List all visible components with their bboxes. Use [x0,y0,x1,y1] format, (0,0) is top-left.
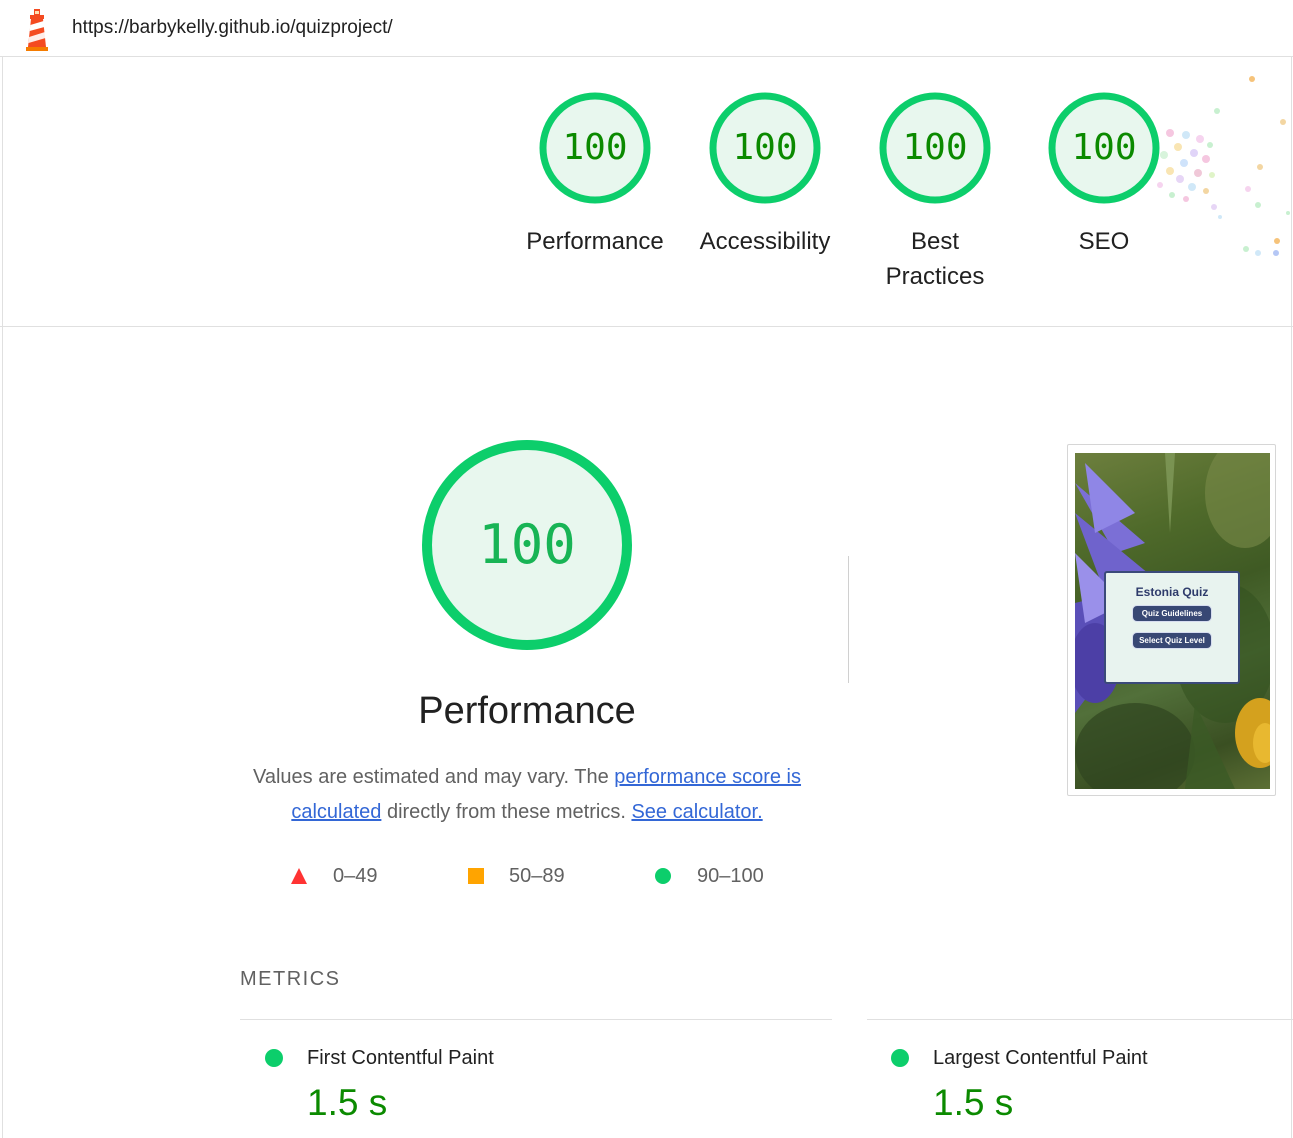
gauge-score: 100 [1071,127,1137,168]
gauge-label: Accessibility [699,228,831,255]
gauge-score: 100 [732,127,798,168]
pass-circle-icon [891,1049,909,1067]
see-calculator-link[interactable]: See calculator. [631,801,762,823]
legend-label-pass: 90–100 [697,865,764,887]
quiz-guidelines-button: Quiz Guidelines [1132,605,1212,622]
final-screenshot[interactable]: Estonia Quiz Quiz Guidelines Select Quiz… [1067,444,1276,796]
legend-label-fail: 0–49 [333,865,378,887]
pass-circle-icon [265,1049,283,1067]
gauge-score: 100 [902,127,968,168]
vertical-divider [848,556,849,683]
metrics-divider-left [240,1019,832,1020]
metrics-divider-right [867,1019,1293,1020]
triangle-icon [291,868,307,884]
score-legend: 0–49 50–89 90–100 [0,862,1293,892]
performance-description: Values are estimated and may vary. The p… [240,760,814,830]
gauge-best-practices[interactable]: 100 Best Practices [850,92,1020,294]
metric-title: Largest Contentful Paint [933,1047,1148,1069]
quiz-title: Estonia Quiz [1135,585,1209,599]
gauge-ring: 100 [879,92,991,204]
desc-text: directly from these metrics. [381,801,632,823]
square-icon [468,868,484,884]
gauge-label: Performance [526,228,664,255]
report-url[interactable]: https://barbykelly.github.io/quizproject… [72,17,393,39]
select-quiz-level-button: Select Quiz Level [1132,632,1212,649]
gauge-score: 100 [562,127,628,168]
gauge-performance[interactable]: 100 Performance [510,92,680,259]
fireworks-confetti-icon [1157,76,1290,256]
performance-gauge: 100 [419,437,635,653]
gauge-ring: 100 [1048,92,1160,204]
quiz-card: Estonia Quiz Quiz Guidelines Select Quiz… [1104,571,1240,684]
gauge-label: Best Practices [885,228,985,290]
desc-text: Values are estimated and may vary. The [252,766,615,788]
gauge-ring: 100 [539,92,651,204]
lighthouse-logo-icon [26,9,48,51]
circle-icon [655,868,671,884]
legend-label-average: 50–89 [509,865,565,887]
metric-value: 1.5 s [933,1082,1014,1123]
metrics-header: METRICS [240,968,341,990]
top-bar: https://barbykelly.github.io/quizproject… [0,0,1293,57]
performance-score: 100 [478,513,576,576]
performance-title: Performance [418,690,636,732]
gauge-ring: 100 [709,92,821,204]
metric-value: 1.5 s [307,1082,388,1123]
gauges-row: 100 Performance 100 Accessibility 100 Be… [0,57,1293,327]
metric-title: First Contentful Paint [307,1047,494,1069]
screenshot-image: Estonia Quiz Quiz Guidelines Select Quiz… [1075,453,1270,789]
gauge-accessibility[interactable]: 100 Accessibility [680,92,850,259]
